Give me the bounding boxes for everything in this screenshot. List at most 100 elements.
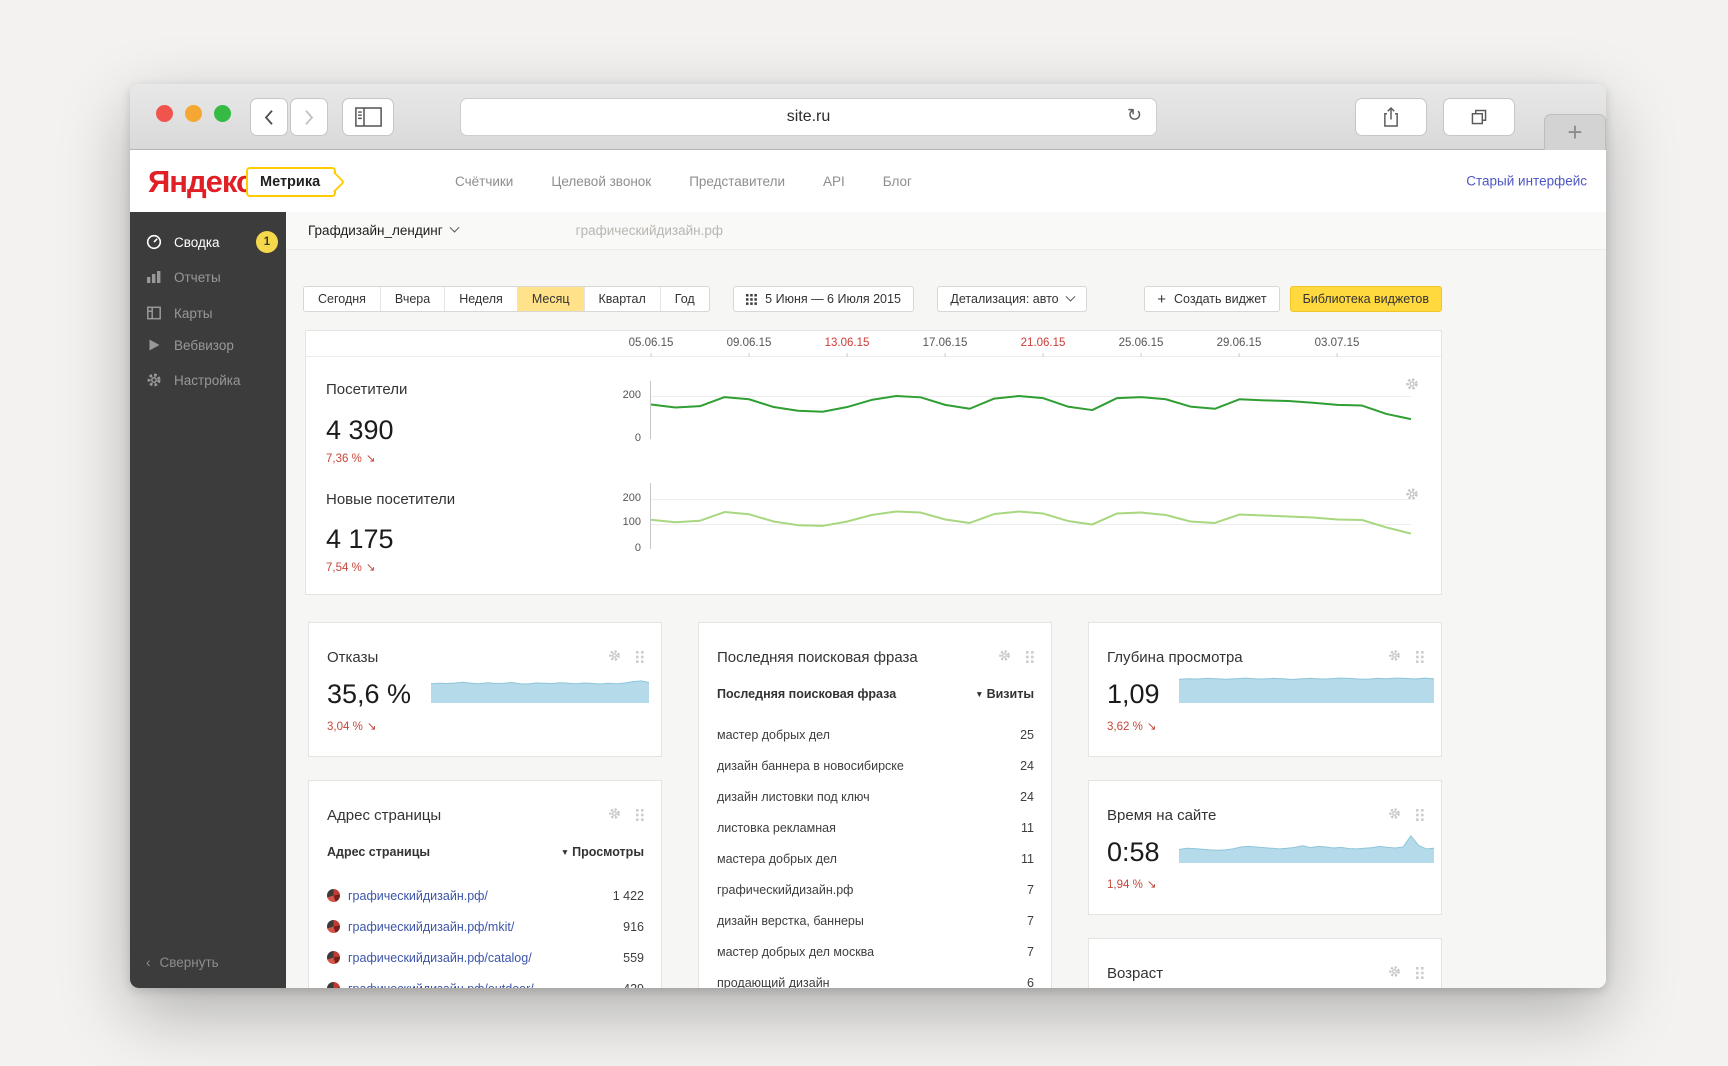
sidebar-item-maps[interactable]: Карты (130, 298, 286, 328)
time-sparkline (1179, 831, 1434, 863)
date-range-button[interactable]: 5 Июня — 6 Июля 2015 (733, 286, 914, 312)
nav-link[interactable]: Представители (689, 174, 785, 189)
page-url-link[interactable]: графическийдизайн.рф/catalog/ (327, 951, 532, 965)
nav-link[interactable]: Блог (883, 174, 912, 189)
visits-value: 24 (1020, 789, 1034, 804)
favicon (327, 951, 340, 964)
sidebar-item-reports[interactable]: Отчеты (130, 262, 286, 292)
column-value[interactable]: ▼ Просмотры (561, 845, 644, 859)
forward-button[interactable] (290, 98, 328, 136)
period-button[interactable]: Год (660, 287, 709, 311)
sidebar-collapse-button[interactable]: ‹ Свернуть (146, 955, 219, 970)
metric-value-visitors: 4 390 (326, 415, 394, 445)
gear-icon[interactable] (1405, 487, 1419, 506)
gear-icon[interactable] (998, 649, 1011, 667)
yandex-logo[interactable]: Яндекс (148, 164, 253, 200)
table-row: графическийдизайн.рф/mkit/ 916 (327, 911, 644, 942)
phrase-label: мастера добрых дел (717, 851, 837, 866)
close-window-button[interactable] (156, 105, 173, 122)
date-tick-label: 25.06.15 (1118, 337, 1164, 357)
widget-delta: 3,62 % ↘ (1107, 721, 1157, 733)
sidebar-toggle-button[interactable] (342, 98, 394, 136)
page-url-link[interactable]: графическийдизайн.рф/outdoor/ (327, 982, 534, 988)
phrase-label: продающий дизайн (717, 975, 830, 989)
new-tab-button[interactable]: + (1544, 114, 1606, 150)
notification-badge: 1 (256, 231, 278, 253)
counter-selector[interactable]: Графдизайн_лендинг (308, 222, 460, 238)
collapse-label: Свернуть (159, 955, 219, 970)
new-visitors-line-series (651, 487, 1411, 549)
visits-value: 25 (1020, 727, 1034, 742)
period-button[interactable]: Квартал (584, 287, 661, 311)
reload-icon[interactable]: ↻ (1127, 105, 1142, 126)
zoom-window-button[interactable] (214, 105, 231, 122)
period-button[interactable]: Месяц (517, 287, 585, 311)
gear-icon[interactable] (608, 807, 621, 825)
drag-handle-icon[interactable] (636, 808, 644, 826)
layout-icon (147, 306, 161, 320)
period-button[interactable]: Сегодня (304, 287, 381, 311)
page-url-link[interactable]: графическийдизайн.рф/mkit/ (327, 920, 514, 934)
visitors-chart-card: 05.06.15 09.06.15 13.06.15 17.06.15 21.06.15… (305, 330, 1442, 595)
gear-icon[interactable] (608, 649, 621, 667)
age-widget: Возраст (1088, 938, 1442, 988)
sidebar-item-settings[interactable]: Настройка (130, 365, 286, 395)
nav-link[interactable]: Целевой звонок (551, 174, 651, 189)
back-button[interactable] (250, 98, 288, 136)
drag-handle-icon[interactable] (636, 650, 644, 668)
time-on-site-widget: Время на сайте 0:58 1,94 % ↘ (1088, 780, 1442, 915)
table-row: графическийдизайн.рф/catalog/ 559 (327, 942, 644, 973)
visits-value: 6 (1027, 975, 1034, 989)
metrica-service-tag[interactable]: Метрика (246, 167, 337, 197)
visits-value: 11 (1021, 851, 1034, 866)
y-axis-tick: 0 (634, 432, 641, 444)
drag-handle-icon[interactable] (1416, 966, 1424, 984)
widget-value: 1,09 (1107, 679, 1160, 709)
column-label[interactable]: Адрес страницы (327, 845, 430, 859)
widget-library-button[interactable]: Библиотека виджетов (1289, 286, 1442, 312)
table-row: дизайн листовки под ключ 24 (717, 781, 1034, 812)
sidebar-icon (354, 107, 382, 127)
phrase-label: листовка рекламная (717, 820, 836, 835)
chevron-down-icon (1065, 291, 1076, 302)
sidebar-item-webvisor[interactable]: Вебвизор (130, 330, 286, 360)
widget-library-label: Библиотека виджетов (1302, 292, 1429, 306)
gear-icon[interactable] (1405, 377, 1419, 396)
create-widget-button[interactable]: + Создать виджет (1144, 286, 1280, 312)
show-tabs-button[interactable] (1443, 98, 1515, 136)
chart-date-axis: 05.06.15 09.06.15 13.06.15 17.06.15 21.06.15… (306, 331, 1441, 357)
old-interface-link[interactable]: Старый интерфейс (1466, 174, 1587, 189)
share-button[interactable] (1355, 98, 1427, 136)
period-button[interactable]: Неделя (445, 287, 518, 311)
nav-link[interactable]: API (823, 174, 845, 189)
sidebar-item-summary[interactable]: Сводка 1 (130, 227, 286, 257)
granularity-button[interactable]: Детализация: авто (937, 286, 1087, 312)
table-row: графическийдизайн.рф/ 1 422 (327, 880, 644, 911)
nav-link[interactable]: Счётчики (455, 174, 513, 189)
gear-icon[interactable] (1388, 649, 1401, 667)
counter-domain: графическийдизайн.рф (575, 223, 723, 238)
gear-icon[interactable] (1388, 965, 1401, 983)
drag-handle-icon[interactable] (1026, 650, 1034, 668)
gear-icon[interactable] (1388, 807, 1401, 825)
column-label[interactable]: Последняя поисковая фраза (717, 687, 896, 701)
chevron-right-icon (305, 109, 314, 125)
widget-value: 35,6 % (327, 679, 412, 709)
share-icon (1384, 106, 1398, 127)
date-range-label: 5 Июня — 6 Июля 2015 (765, 292, 901, 306)
column-value[interactable]: ▼ Визиты (975, 687, 1034, 701)
y-axis-tick: 100 (622, 516, 641, 528)
pages-table-rows: графическийдизайн.рф/ 1 422 графическийд… (327, 880, 644, 988)
drag-handle-icon[interactable] (1416, 650, 1424, 668)
sidebar-item-label: Отчеты (174, 269, 221, 285)
table-row: дизайн баннера в новосибирске 24 (717, 750, 1034, 781)
table-row: графическийдизайн.рф/outdoor/ 429 (327, 973, 644, 988)
page-url-link[interactable]: графическийдизайн.рф/ (327, 889, 488, 903)
period-button[interactable]: Вчера (380, 287, 446, 311)
counter-bar: Графдизайн_лендинг графическийдизайн.рф (286, 212, 1606, 250)
play-icon (149, 339, 160, 351)
drag-handle-icon[interactable] (1416, 808, 1424, 826)
address-bar[interactable]: site.ru ↻ (460, 98, 1157, 136)
phrase-label: дизайн баннера в новосибирске (717, 758, 904, 773)
minimize-window-button[interactable] (185, 105, 202, 122)
